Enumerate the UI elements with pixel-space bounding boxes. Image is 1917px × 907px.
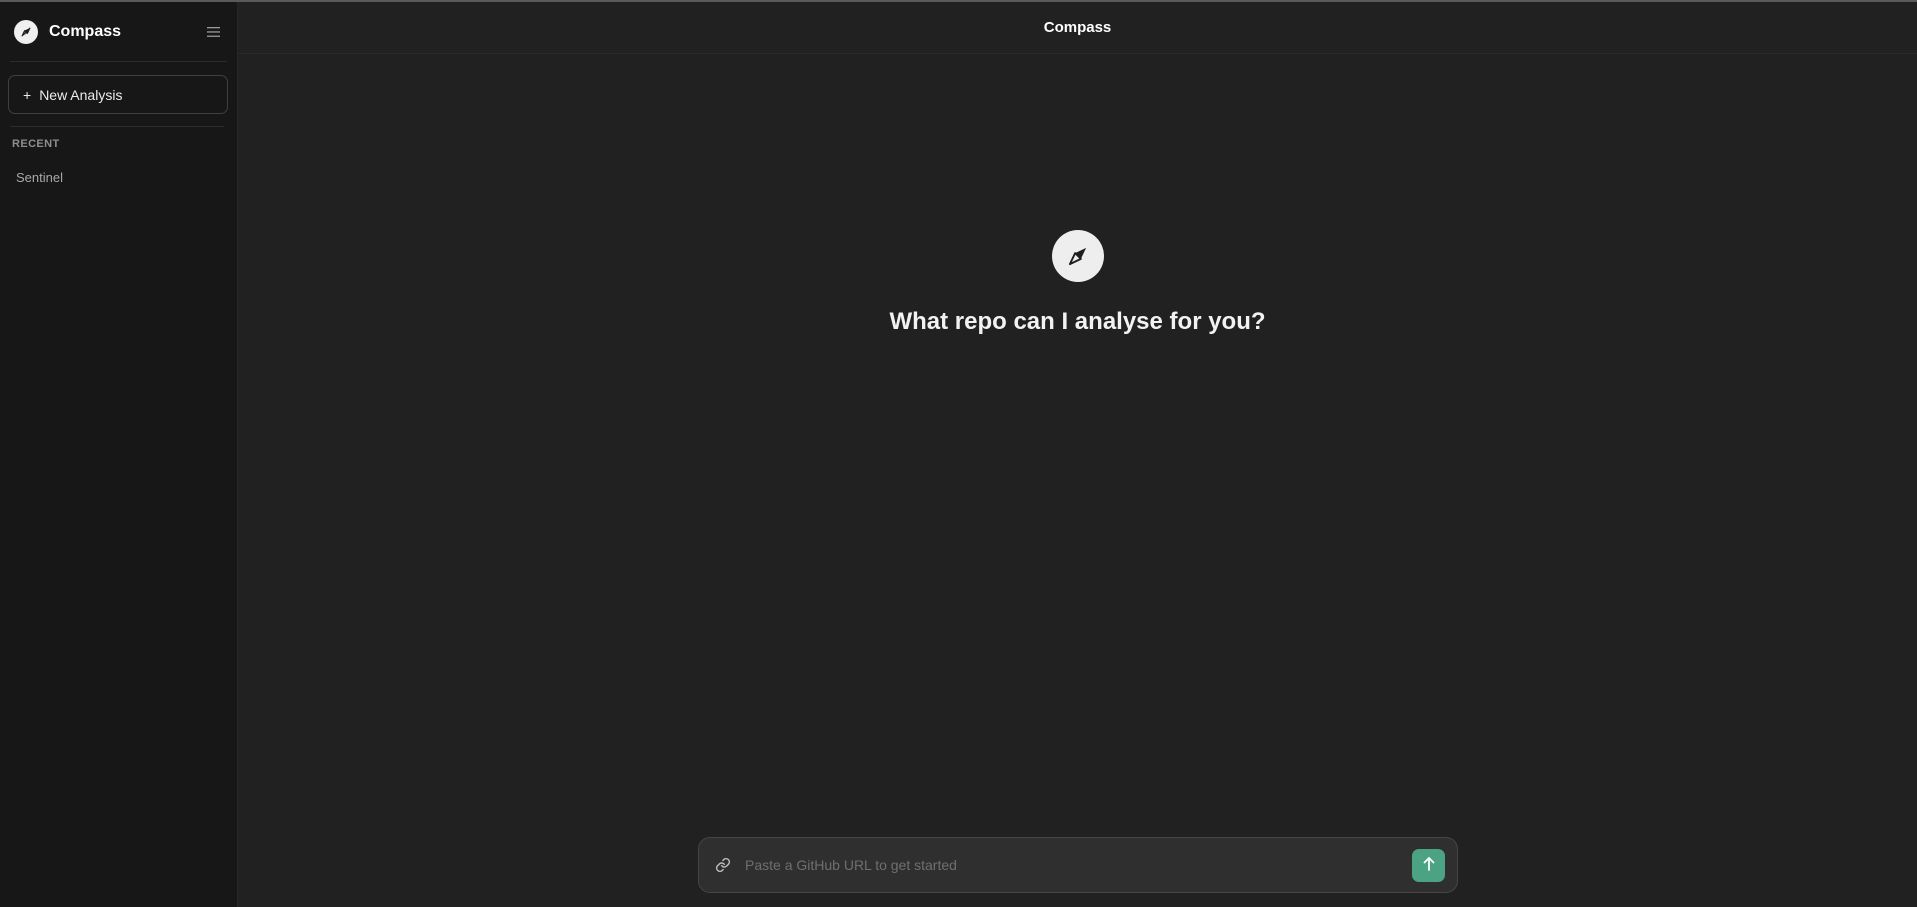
sidebar-item-sentinel[interactable]: Sentinel — [6, 164, 228, 190]
top-bar: Compass — [238, 2, 1917, 54]
app-name: Compass — [49, 22, 122, 40]
page-title: Compass — [1043, 19, 1112, 36]
recent-item-label: Sentinel — [16, 169, 63, 185]
recent-section-label: RECENT — [12, 138, 60, 150]
github-url-input[interactable] — [745, 850, 1412, 880]
arrow-up-icon — [1422, 856, 1436, 875]
compass-icon — [14, 19, 38, 44]
app-window: Compass + New Analysis RECENT Sentinel C… — [0, 0, 1917, 907]
link-icon — [713, 855, 733, 875]
hero-heading: What repo can I analyse for you? — [889, 308, 1266, 335]
new-analysis-label: New Analysis — [39, 86, 123, 103]
url-composer — [698, 837, 1458, 893]
new-analysis-button[interactable]: + New Analysis — [8, 75, 228, 114]
main-panel: Compass What repo can I analyse for you? — [238, 2, 1917, 907]
send-button[interactable] — [1412, 848, 1445, 882]
menu-icon[interactable] — [203, 22, 223, 42]
plus-icon: + — [23, 86, 32, 103]
compass-icon — [1052, 230, 1104, 282]
sidebar: Compass + New Analysis RECENT Sentinel — [0, 2, 238, 907]
sidebar-divider — [10, 126, 224, 127]
sidebar-header: Compass — [10, 2, 227, 62]
